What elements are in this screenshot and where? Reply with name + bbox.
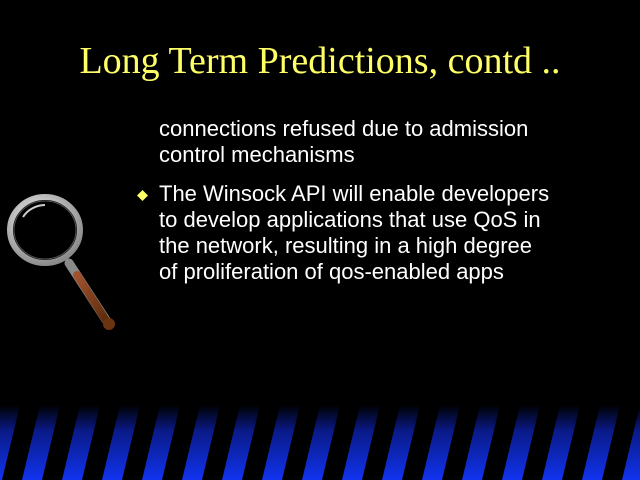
continued-line: control mechanisms [159,142,355,167]
continued-paragraph: connections refused due to admission con… [159,116,629,168]
continued-line: connections refused due to admission [159,116,529,141]
bullet-line: the network, resulting in a high degree [159,233,533,258]
striped-footer-band [0,405,640,480]
bullet-line: to develop applications that use QoS in [159,207,541,232]
bullet-item: The Winsock API will enable developers t… [159,181,629,285]
slide-title: Long Term Predictions, contd .. [79,40,561,82]
bullet-line: of proliferation of qos-enabled apps [159,259,504,284]
magnifying-glass-icon [7,194,115,330]
bullet-line: The Winsock API will enable developers [159,181,550,206]
diamond-bullet-icon [137,190,148,201]
